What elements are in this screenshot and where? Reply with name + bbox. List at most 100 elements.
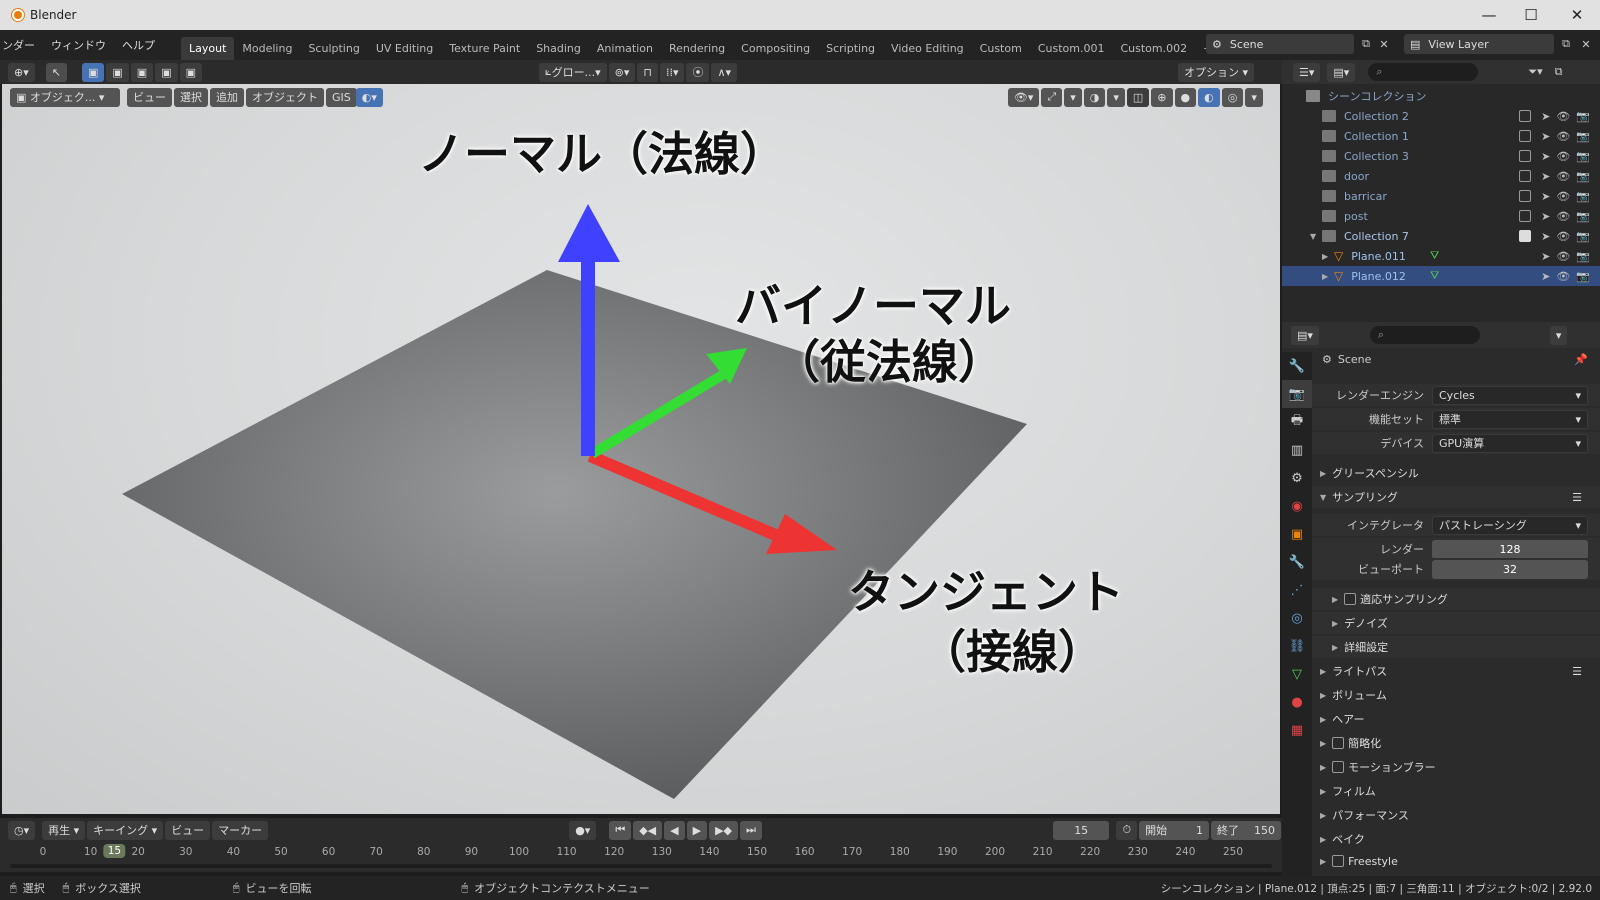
workspace-tab[interactable]: Compositing — [733, 37, 818, 60]
camera-icon[interactable]: 📷 — [1576, 110, 1590, 123]
pivot-point-dropdown[interactable]: ⊚▾ — [608, 62, 636, 82]
camera-icon[interactable]: 📷 — [1576, 210, 1590, 223]
outliner-collection-row[interactable]: Collection 3 ➤ 👁 📷 — [1282, 146, 1600, 166]
workspace-tab[interactable]: Texture Paint — [441, 37, 528, 60]
jump-end-icon[interactable]: ⏭ — [740, 820, 762, 840]
exclude-checkbox[interactable] — [1519, 209, 1532, 222]
eye-icon[interactable]: 👁 — [1556, 270, 1570, 283]
film-section[interactable]: ▶ フィルム — [1312, 780, 1600, 802]
selectable-arrow-icon[interactable]: ➤ — [1541, 250, 1550, 263]
overlay-toggle-icon[interactable]: ◑ — [1083, 87, 1106, 107]
play-icon[interactable]: ▶ — [686, 820, 708, 840]
jump-start-icon[interactable]: ⏮ — [609, 820, 632, 840]
selectable-arrow-icon[interactable]: ➤ — [1541, 210, 1550, 223]
visibility-dropdown[interactable]: 👁▾ — [1007, 87, 1040, 107]
exclude-checkbox[interactable] — [1519, 229, 1532, 242]
motion-blur-section[interactable]: ▶ モーションブラー — [1312, 756, 1600, 778]
integrator-dropdown[interactable]: パストレーシング ▾ — [1432, 515, 1588, 535]
workspace-tab[interactable]: Layout — [181, 37, 235, 60]
prev-keyframe-icon[interactable]: ◆◀ — [633, 820, 663, 840]
workspace-tab[interactable]: Custom.002 — [1112, 37, 1195, 60]
view-layer-tab-icon[interactable]: ▥ — [1282, 436, 1312, 464]
workspace-tab[interactable]: Sculpting — [300, 37, 367, 60]
play-reverse-icon[interactable]: ◀ — [664, 820, 685, 840]
close-button[interactable]: ✕ — [1554, 0, 1600, 30]
eye-icon[interactable]: 👁 — [1556, 210, 1570, 223]
gis-dropdown[interactable]: ◐▾ — [355, 87, 383, 107]
selectable-arrow-icon[interactable]: ➤ — [1541, 190, 1550, 203]
minimize-button[interactable]: — — [1466, 0, 1512, 30]
wireframe-shading-icon[interactable]: ⊕ — [1151, 87, 1173, 107]
exclude-checkbox[interactable] — [1519, 129, 1532, 142]
exclude-checkbox[interactable] — [1519, 149, 1532, 162]
outliner-collection-row[interactable]: door ➤ 👁 📷 — [1282, 166, 1600, 186]
bake-section[interactable]: ▶ ベイク — [1312, 828, 1600, 850]
outliner-object-row[interactable]: ▶ ▽ Plane.011 ⛛ ➤ 👁 📷 — [1282, 246, 1600, 266]
expand-icon[interactable]: ▶ — [1322, 252, 1328, 261]
data-tab-icon[interactable]: ▽ — [1282, 660, 1312, 688]
simplify-section[interactable]: ▶ 簡略化 — [1312, 732, 1600, 754]
viewport-samples-field[interactable]: 32 — [1432, 559, 1588, 579]
keying-menu[interactable]: キーイング ▾ — [87, 820, 164, 840]
add-menu[interactable]: 追加 — [210, 87, 244, 107]
next-keyframe-icon[interactable]: ▶◆ — [709, 820, 738, 840]
delete-scene-icon[interactable]: ✕ — [1374, 34, 1394, 54]
camera-icon[interactable]: 📷 — [1576, 150, 1590, 163]
pin-icon[interactable]: 📌 — [1574, 353, 1588, 366]
denoise-section[interactable]: ▶ デノイズ — [1312, 612, 1600, 634]
outliner-collection-row[interactable]: Collection 2 ➤ 👁 📷 — [1282, 106, 1600, 126]
new-scene-icon[interactable]: ⧉ — [1356, 34, 1376, 54]
delete-view-layer-icon[interactable]: ✕ — [1576, 34, 1596, 54]
selectable-arrow-icon[interactable]: ➤ — [1541, 110, 1550, 123]
collapse-icon[interactable]: ▼ — [1310, 232, 1316, 241]
material-shading-icon[interactable]: ◐ — [1198, 87, 1220, 107]
eye-icon[interactable]: 👁 — [1556, 110, 1570, 123]
outliner-object-row[interactable]: ▶ ▽ Plane.012 ⛛ ➤ 👁 📷 — [1282, 266, 1600, 286]
scene-collection-row[interactable]: シーンコレクション — [1282, 86, 1600, 106]
mesh-data-icon[interactable]: ⛛ — [1430, 249, 1439, 263]
render-engine-dropdown[interactable]: Cycles ▾ — [1432, 385, 1588, 405]
select-mode-subtract-icon[interactable]: ▣ — [130, 62, 154, 82]
freestyle-section[interactable]: ▶ Freestyle — [1312, 852, 1600, 870]
filter-icon[interactable]: ⏷▾ — [1528, 65, 1542, 79]
shading-dropdown[interactable]: ▾ — [1245, 87, 1263, 107]
transform-orientation-dropdown[interactable]: ⟀ グロー... ▾ — [539, 62, 607, 82]
outliner-search-input[interactable]: ⌕ — [1368, 63, 1479, 81]
camera-icon[interactable]: 📷 — [1576, 170, 1590, 183]
falloff-dropdown[interactable]: ∧▾ — [711, 62, 738, 82]
marker-menu[interactable]: マーカー — [212, 820, 269, 840]
material-tab-icon[interactable]: ● — [1282, 688, 1312, 716]
selectable-arrow-icon[interactable]: ➤ — [1541, 150, 1550, 163]
list-icon[interactable]: ☰ — [1572, 665, 1582, 678]
camera-icon[interactable]: 📷 — [1576, 130, 1590, 143]
render-tab-icon[interactable]: 📷 — [1282, 380, 1312, 408]
eye-icon[interactable]: 👁 — [1556, 170, 1570, 183]
selectable-arrow-icon[interactable]: ➤ — [1541, 270, 1550, 283]
performance-section[interactable]: ▶ パフォーマンス — [1312, 804, 1600, 826]
timeline-editor-type[interactable]: ◷▾ — [8, 820, 36, 840]
end-frame-field[interactable]: 終了 150 — [1211, 820, 1281, 840]
outliner-collection-row[interactable]: post ➤ 👁 📷 — [1282, 206, 1600, 226]
playback-menu[interactable]: 再生 ▾ — [42, 820, 86, 840]
select-mode-invert-icon[interactable]: ▣ — [155, 62, 178, 82]
exclude-checkbox[interactable] — [1519, 109, 1532, 122]
render-samples-field[interactable]: 128 — [1432, 539, 1588, 559]
workspace-tab[interactable]: Scripting — [818, 37, 883, 60]
camera-icon[interactable]: 📷 — [1576, 190, 1590, 203]
outliner-collection-row[interactable]: barricar ➤ 👁 📷 — [1282, 186, 1600, 206]
texture-tab-icon[interactable]: ▦ — [1282, 716, 1312, 744]
camera-icon[interactable]: 📷 — [1576, 230, 1590, 243]
workspace-tab[interactable]: Rendering — [661, 37, 733, 60]
sampling-section[interactable]: ▼ サンプリング ☰ — [1312, 486, 1600, 508]
workspace-tab[interactable]: Shading — [528, 37, 589, 60]
snap-target-dropdown[interactable]: ⁞⁞▾ — [659, 62, 685, 82]
workspace-tab[interactable]: Animation — [589, 37, 661, 60]
mode-dropdown[interactable]: ▣ オブジェク... ▾ — [10, 87, 120, 107]
selectable-arrow-icon[interactable]: ➤ — [1541, 230, 1550, 243]
modifier-tab-icon[interactable]: 🔧 — [1282, 548, 1312, 576]
scene-selector[interactable]: ⚙ Scene — [1206, 34, 1354, 54]
camera-icon[interactable]: 📷 — [1576, 270, 1590, 283]
select-menu[interactable]: 選択 — [174, 87, 208, 107]
output-tab-icon[interactable]: 🖶 — [1282, 408, 1312, 436]
start-frame-field[interactable]: 開始 1 — [1139, 820, 1210, 840]
